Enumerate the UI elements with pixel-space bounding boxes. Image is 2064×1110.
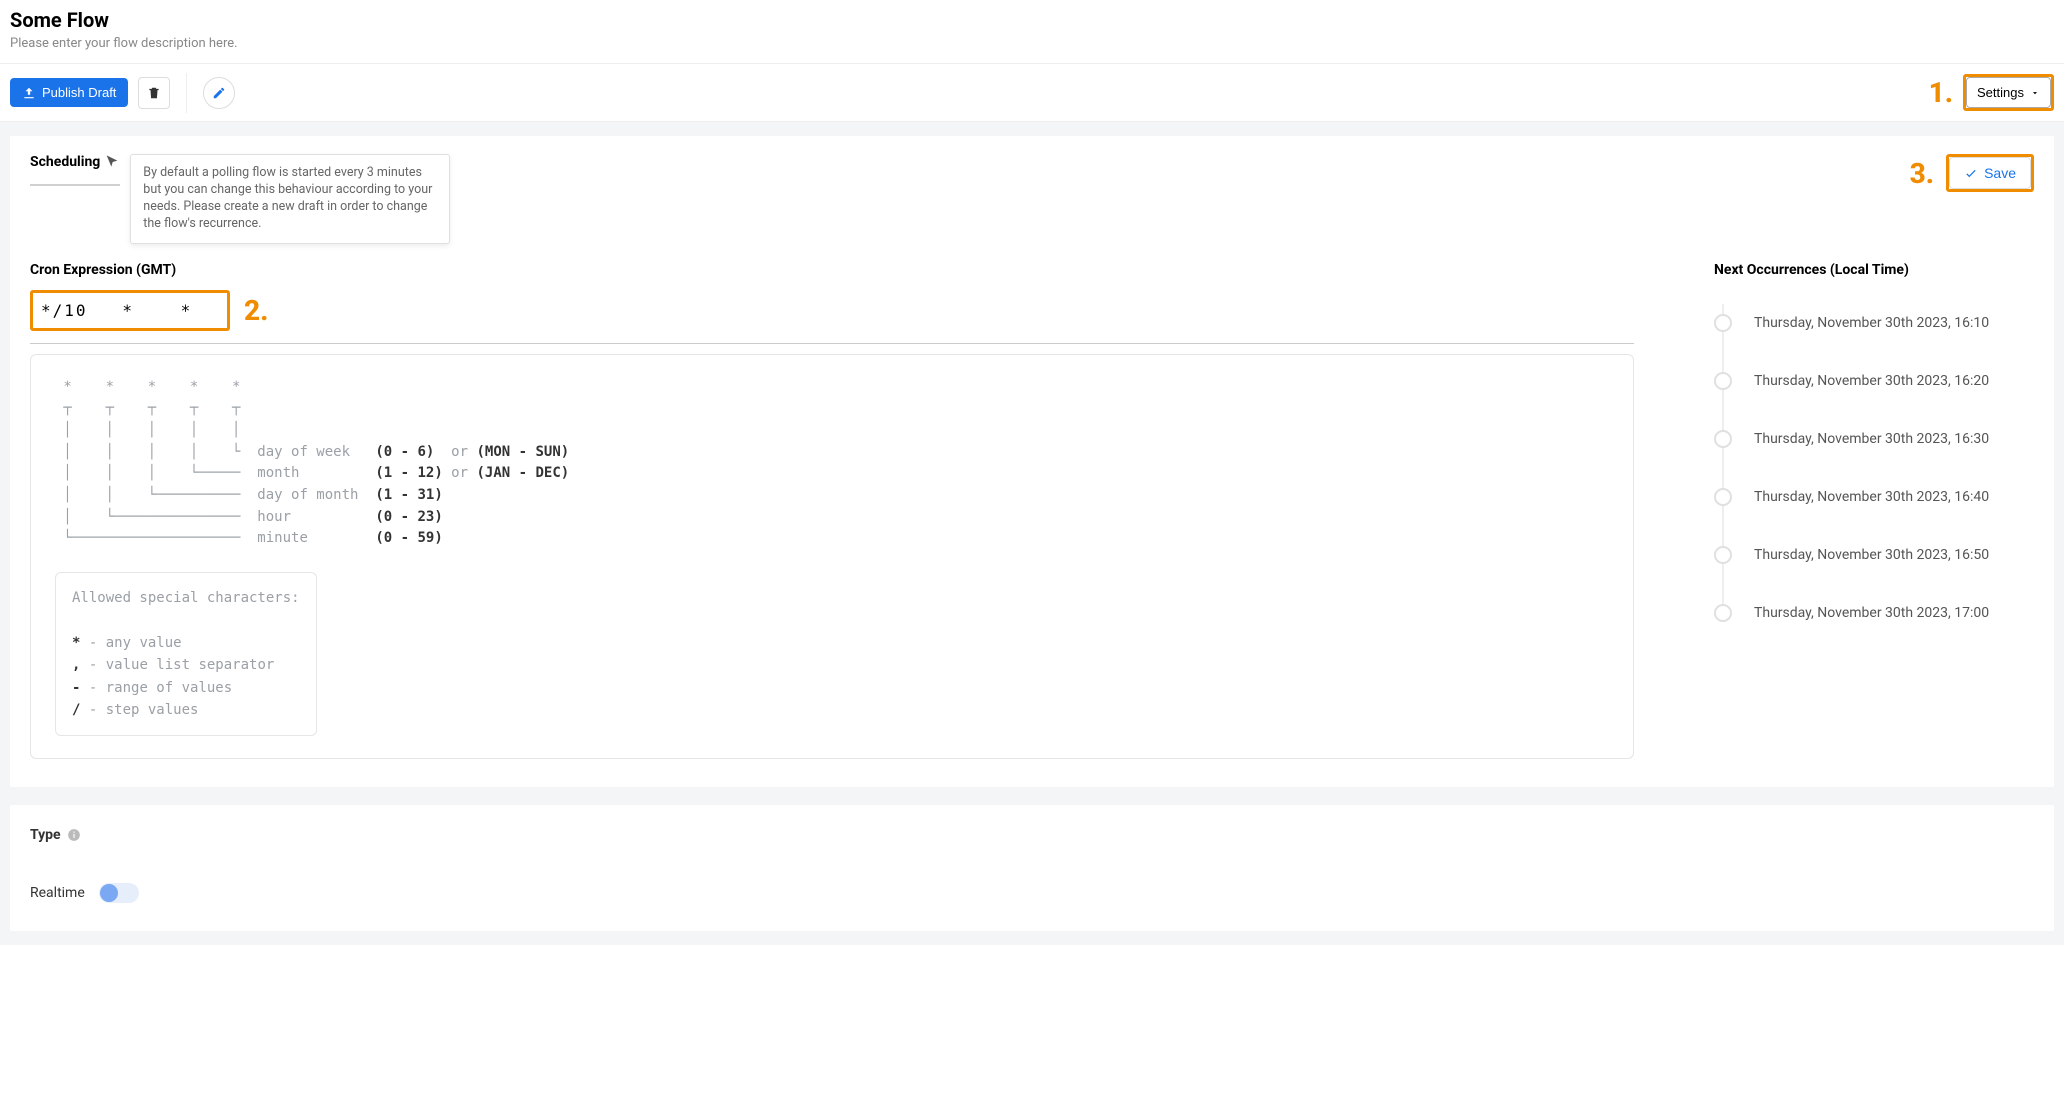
callout-one: 1. [1929,76,1953,109]
save-button[interactable]: Save [1949,157,2031,189]
pencil-icon [212,86,226,100]
occurrences-label: Next Occurrences (Local Time) [1714,262,2034,278]
timeline-dot-icon [1714,372,1732,390]
realtime-row: Realtime [30,883,2034,903]
scheduling-left: Scheduling By default a polling flow is … [30,154,450,244]
cron-diagram-text: * * * * * ┬ ┬ ┬ ┬ ┬ │ │ │ │ │ │ │ │ │ └ … [55,377,1609,551]
toolbar-left: Publish Draft [10,77,235,109]
toggle-knob [100,884,118,902]
cursor-icon [104,154,120,170]
scheduling-right: 3. Save [1910,154,2034,192]
specials-title: Allowed special characters: [72,587,300,609]
occurrences-column: Next Occurrences (Local Time) Thursday, … [1714,262,2034,760]
scheduling-left-column: Cron Expression (GMT) 2. * * * * * ┬ ┬ ┬… [30,262,1634,760]
cron-underline [30,343,1634,344]
occurrence-text: Thursday, November 30th 2023, 17:00 [1754,605,1989,621]
occurrence-text: Thursday, November 30th 2023, 16:10 [1754,315,1989,331]
occurrence-item: Thursday, November 30th 2023, 17:00 [1714,584,2034,642]
settings-label: Settings [1977,85,2024,100]
occurrence-item: Thursday, November 30th 2023, 16:50 [1714,526,2034,584]
toolbar-right: 1. Settings [1929,74,2054,111]
occurrence-item: Thursday, November 30th 2023, 16:40 [1714,468,2034,526]
cron-input[interactable] [35,295,225,326]
page-subtitle: Please enter your flow description here. [10,36,2054,51]
publish-draft-button[interactable]: Publish Draft [10,78,128,107]
type-header: Type [30,827,2034,843]
delete-button[interactable] [138,77,170,109]
scheduling-panel: Scheduling By default a polling flow is … [10,136,2054,787]
cron-wrap: 2. [30,290,1634,331]
save-highlight: Save [1946,154,2034,192]
diagram-stars: * * * * * [55,379,240,395]
info-icon [67,828,81,842]
special-row: * - any value [72,632,300,654]
scheduling-tab[interactable]: Scheduling [30,154,120,186]
scheduling-tooltip: By default a polling flow is started eve… [130,154,450,244]
settings-highlight: Settings [1963,74,2054,111]
trash-icon [147,86,161,100]
save-label: Save [1984,165,2016,181]
occurrence-text: Thursday, November 30th 2023, 16:30 [1754,431,1989,447]
timeline-dot-icon [1714,488,1732,506]
cron-diagram: * * * * * ┬ ┬ ┬ ┬ ┬ │ │ │ │ │ │ │ │ │ └ … [30,354,1634,760]
scheduling-body: Cron Expression (GMT) 2. * * * * * ┬ ┬ ┬… [10,252,2054,788]
scheduling-header: Scheduling By default a polling flow is … [10,136,2054,252]
cron-expression-label: Cron Expression (GMT) [30,262,1634,278]
settings-button[interactable]: Settings [1966,77,2051,108]
realtime-label: Realtime [30,885,85,901]
occurrence-text: Thursday, November 30th 2023, 16:50 [1754,547,1989,563]
toolbar: Publish Draft 1. Settings [0,63,2064,122]
cron-specials: Allowed special characters: * - any valu… [55,572,317,736]
timeline-dot-icon [1714,604,1732,622]
occurrence-item: Thursday, November 30th 2023, 16:20 [1714,352,2034,410]
timeline-line [1722,304,1724,612]
type-panel: Type Realtime [10,805,2054,931]
content-area: Scheduling By default a polling flow is … [0,122,2064,945]
realtime-toggle[interactable] [99,883,139,903]
callout-three: 3. [1910,157,1934,190]
timeline-dot-icon [1714,546,1732,564]
edit-button[interactable] [203,77,235,109]
timeline-dot-icon [1714,314,1732,332]
special-row: , - value list separator [72,654,300,676]
occurrence-text: Thursday, November 30th 2023, 16:20 [1754,373,1989,389]
upload-icon [22,86,36,100]
scheduling-tab-label: Scheduling [30,154,100,170]
toolbar-divider [186,73,187,113]
occurrence-item: Thursday, November 30th 2023, 16:30 [1714,410,2034,468]
timeline-dot-icon [1714,430,1732,448]
special-row: - - range of values [72,677,300,699]
occurrence-item: Thursday, November 30th 2023, 16:10 [1714,294,2034,352]
page-header: Some Flow Please enter your flow descrip… [0,0,2064,63]
type-label: Type [30,827,61,843]
occurrence-text: Thursday, November 30th 2023, 16:40 [1754,489,1989,505]
special-row: / - step values [72,699,300,721]
caret-down-icon [2030,88,2040,98]
callout-two: 2. [244,294,268,327]
cron-highlight [30,290,230,331]
occurrences-list: Thursday, November 30th 2023, 16:10 Thur… [1714,294,2034,642]
publish-draft-label: Publish Draft [42,85,116,100]
check-icon [1964,166,1978,180]
page-title: Some Flow [10,8,2054,32]
